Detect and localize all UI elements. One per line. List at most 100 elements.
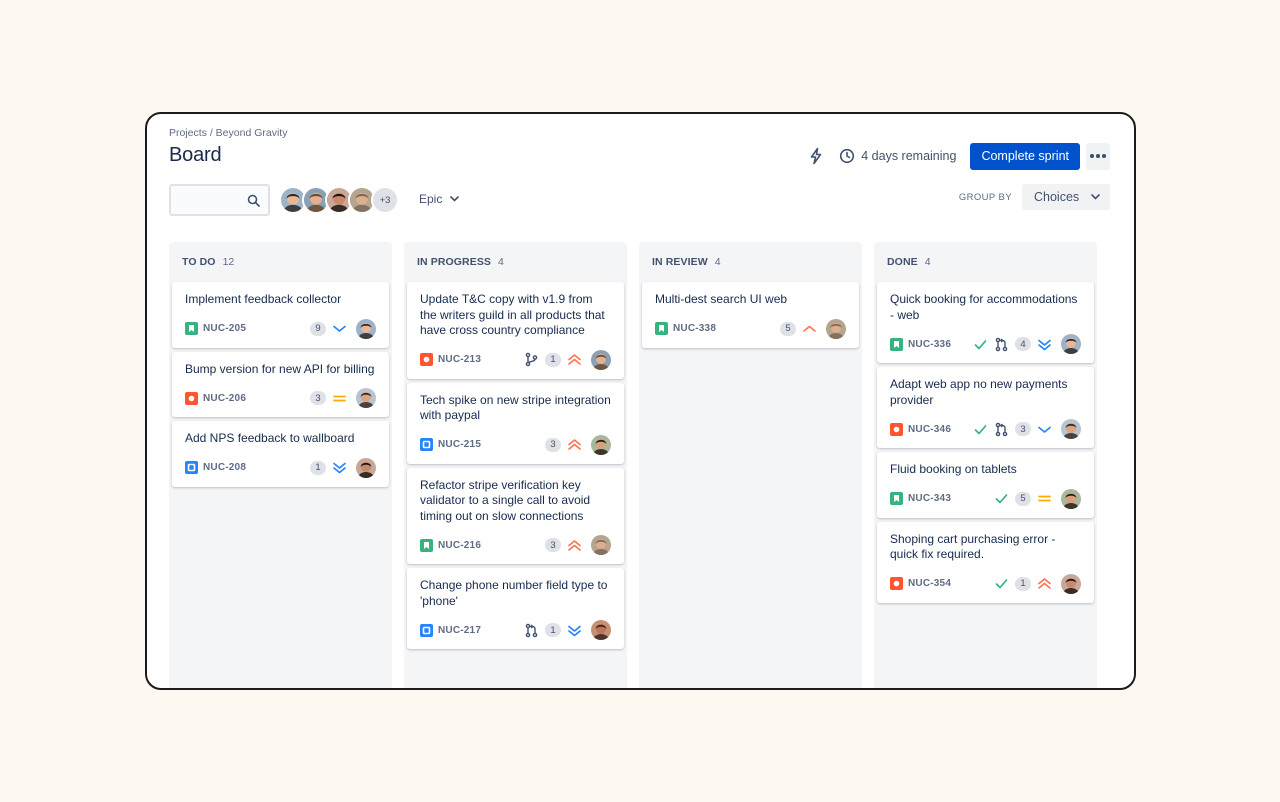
story-points-badge: 4 bbox=[1015, 337, 1031, 351]
column-header: IN PROGRESS 4 bbox=[407, 242, 624, 282]
assignee-avatar[interactable] bbox=[591, 620, 611, 640]
assignee-avatar[interactable] bbox=[356, 318, 376, 339]
story-type-icon bbox=[890, 492, 903, 505]
column-header: TO DO 12 bbox=[172, 242, 389, 282]
breadcrumb[interactable]: Projects / Beyond Gravity bbox=[169, 127, 287, 139]
assignee-avatar[interactable] bbox=[356, 388, 376, 408]
sprint-controls: 4 days remaining Complete sprint bbox=[807, 142, 1110, 170]
column-name: TO DO bbox=[182, 256, 216, 268]
assignee-avatar[interactable] bbox=[591, 535, 611, 555]
priority-medium-icon bbox=[332, 391, 347, 406]
card-meta: 3 bbox=[310, 388, 376, 408]
card-footer: NUC-336 4 bbox=[890, 334, 1081, 354]
assignee-avatar[interactable] bbox=[1061, 419, 1081, 439]
automation-bolt-icon[interactable] bbox=[807, 147, 825, 165]
card-meta: 3 bbox=[973, 419, 1081, 439]
column-count: 4 bbox=[714, 256, 721, 268]
board-column: IN PROGRESS 4 Update T&C copy with v1.9 fr… bbox=[404, 242, 627, 688]
story-points-badge: 5 bbox=[780, 321, 796, 336]
issue-card[interactable]: Update T&C copy with v1.9 from the write… bbox=[407, 282, 624, 379]
priority-highest-icon bbox=[1037, 576, 1052, 591]
more-assignees-badge[interactable]: +3 bbox=[371, 186, 399, 214]
task-type-icon bbox=[185, 461, 198, 474]
issue-card[interactable]: Bump version for new API for billing NUC-… bbox=[172, 351, 389, 417]
card-meta: 4 bbox=[973, 334, 1081, 354]
card-title: Update T&C copy with v1.9 from the write… bbox=[420, 292, 605, 337]
issue-key[interactable]: NUC-336 bbox=[908, 339, 973, 350]
column-count: 4 bbox=[498, 256, 504, 268]
board-toolbar: +3 Epic GROUP BY Choices bbox=[169, 182, 1110, 218]
search-icon bbox=[247, 194, 260, 207]
issue-key[interactable]: NUC-215 bbox=[438, 439, 545, 450]
app-window: Projects / Beyond Gravity Board 4 days r… bbox=[145, 112, 1136, 690]
bug-type-icon bbox=[420, 353, 433, 366]
card-footer: NUC-205 9 bbox=[185, 318, 376, 339]
issue-card[interactable]: Adapt web app no new payments provider NU… bbox=[877, 367, 1094, 448]
priority-highest-icon bbox=[567, 352, 582, 367]
priority-lowest-icon bbox=[567, 623, 582, 638]
assignee-avatar[interactable] bbox=[1061, 334, 1081, 354]
card-meta: 5 bbox=[780, 318, 846, 339]
issue-card[interactable]: Tech spike on new stripe integration wit… bbox=[407, 382, 624, 464]
assignee-avatar[interactable] bbox=[591, 349, 611, 370]
group-by: GROUP BY Choices bbox=[959, 184, 1110, 210]
issue-key[interactable]: NUC-206 bbox=[203, 393, 310, 404]
card-meta: 1 bbox=[994, 573, 1081, 594]
story-points-badge: 3 bbox=[310, 391, 326, 405]
pull-request-icon[interactable] bbox=[994, 337, 1009, 352]
card-meta: 3 bbox=[545, 434, 611, 455]
issue-key[interactable]: NUC-208 bbox=[203, 462, 310, 473]
complete-sprint-button[interactable]: Complete sprint bbox=[970, 142, 1080, 170]
card-footer: NUC-354 1 bbox=[890, 573, 1081, 594]
issue-card[interactable]: Shoping cart purchasing error - quick fi… bbox=[877, 521, 1094, 603]
issue-card[interactable]: Multi-dest search UI web NUC-338 5 bbox=[642, 282, 859, 348]
story-type-icon bbox=[655, 322, 668, 335]
issue-key[interactable]: NUC-354 bbox=[908, 578, 994, 589]
issue-key[interactable]: NUC-338 bbox=[673, 323, 780, 334]
issue-key[interactable]: NUC-216 bbox=[438, 540, 545, 551]
more-options-button[interactable] bbox=[1086, 142, 1110, 170]
pull-request-icon[interactable] bbox=[994, 422, 1009, 437]
issue-card[interactable]: Fluid booking on tablets NUC-343 5 bbox=[877, 452, 1094, 518]
story-points-badge: 3 bbox=[545, 538, 561, 552]
issue-card[interactable]: Implement feedback collector NUC-205 9 bbox=[172, 282, 389, 348]
card-meta: 1 bbox=[524, 620, 611, 640]
issue-key[interactable]: NUC-343 bbox=[908, 493, 994, 504]
search-box bbox=[169, 184, 270, 216]
assignee-avatar[interactable] bbox=[1061, 573, 1081, 594]
issue-card[interactable]: Change phone number field type to 'phone… bbox=[407, 568, 624, 649]
priority-low-icon bbox=[332, 321, 347, 336]
story-type-icon bbox=[420, 538, 433, 552]
card-title: Quick booking for accommodations - web bbox=[890, 292, 1078, 322]
story-points-badge: 1 bbox=[545, 623, 561, 637]
issue-card[interactable]: Quick booking for accommodations - web NU… bbox=[877, 282, 1094, 363]
page-title: Board bbox=[169, 144, 222, 166]
priority-highest-icon bbox=[567, 437, 582, 452]
card-title: Shoping cart purchasing error - quick fi… bbox=[890, 531, 1056, 562]
bug-type-icon bbox=[185, 391, 198, 405]
story-points-badge: 1 bbox=[1015, 576, 1031, 591]
task-type-icon bbox=[420, 623, 433, 637]
assignee-avatar[interactable] bbox=[826, 318, 846, 339]
group-by-select[interactable]: Choices bbox=[1022, 184, 1110, 210]
branch-icon[interactable] bbox=[524, 352, 539, 367]
issue-key[interactable]: NUC-213 bbox=[438, 354, 524, 365]
story-points-badge: 1 bbox=[310, 460, 326, 475]
epic-filter[interactable]: Epic bbox=[419, 192, 460, 206]
issue-card[interactable]: Refactor stripe verification key validat… bbox=[407, 467, 624, 564]
priority-high-icon bbox=[802, 321, 817, 336]
issue-key[interactable]: NUC-346 bbox=[908, 424, 973, 435]
assignee-avatar[interactable] bbox=[591, 434, 611, 455]
issue-key[interactable]: NUC-217 bbox=[438, 625, 524, 636]
assignee-avatar[interactable] bbox=[1061, 488, 1081, 509]
issue-key[interactable]: NUC-205 bbox=[203, 323, 310, 334]
story-type-icon bbox=[890, 337, 903, 351]
chevron-down-icon bbox=[1091, 194, 1100, 200]
group-by-label: GROUP BY bbox=[958, 191, 1012, 203]
issue-card[interactable]: Add NPS feedback to wallboard NUC-208 1 bbox=[172, 421, 389, 487]
assignee-avatar[interactable] bbox=[356, 457, 376, 478]
card-footer: NUC-343 5 bbox=[890, 488, 1081, 509]
priority-lowest-icon bbox=[1037, 337, 1052, 352]
card-title: Multi-dest search UI web bbox=[655, 292, 788, 306]
pull-request-icon[interactable] bbox=[524, 623, 539, 638]
